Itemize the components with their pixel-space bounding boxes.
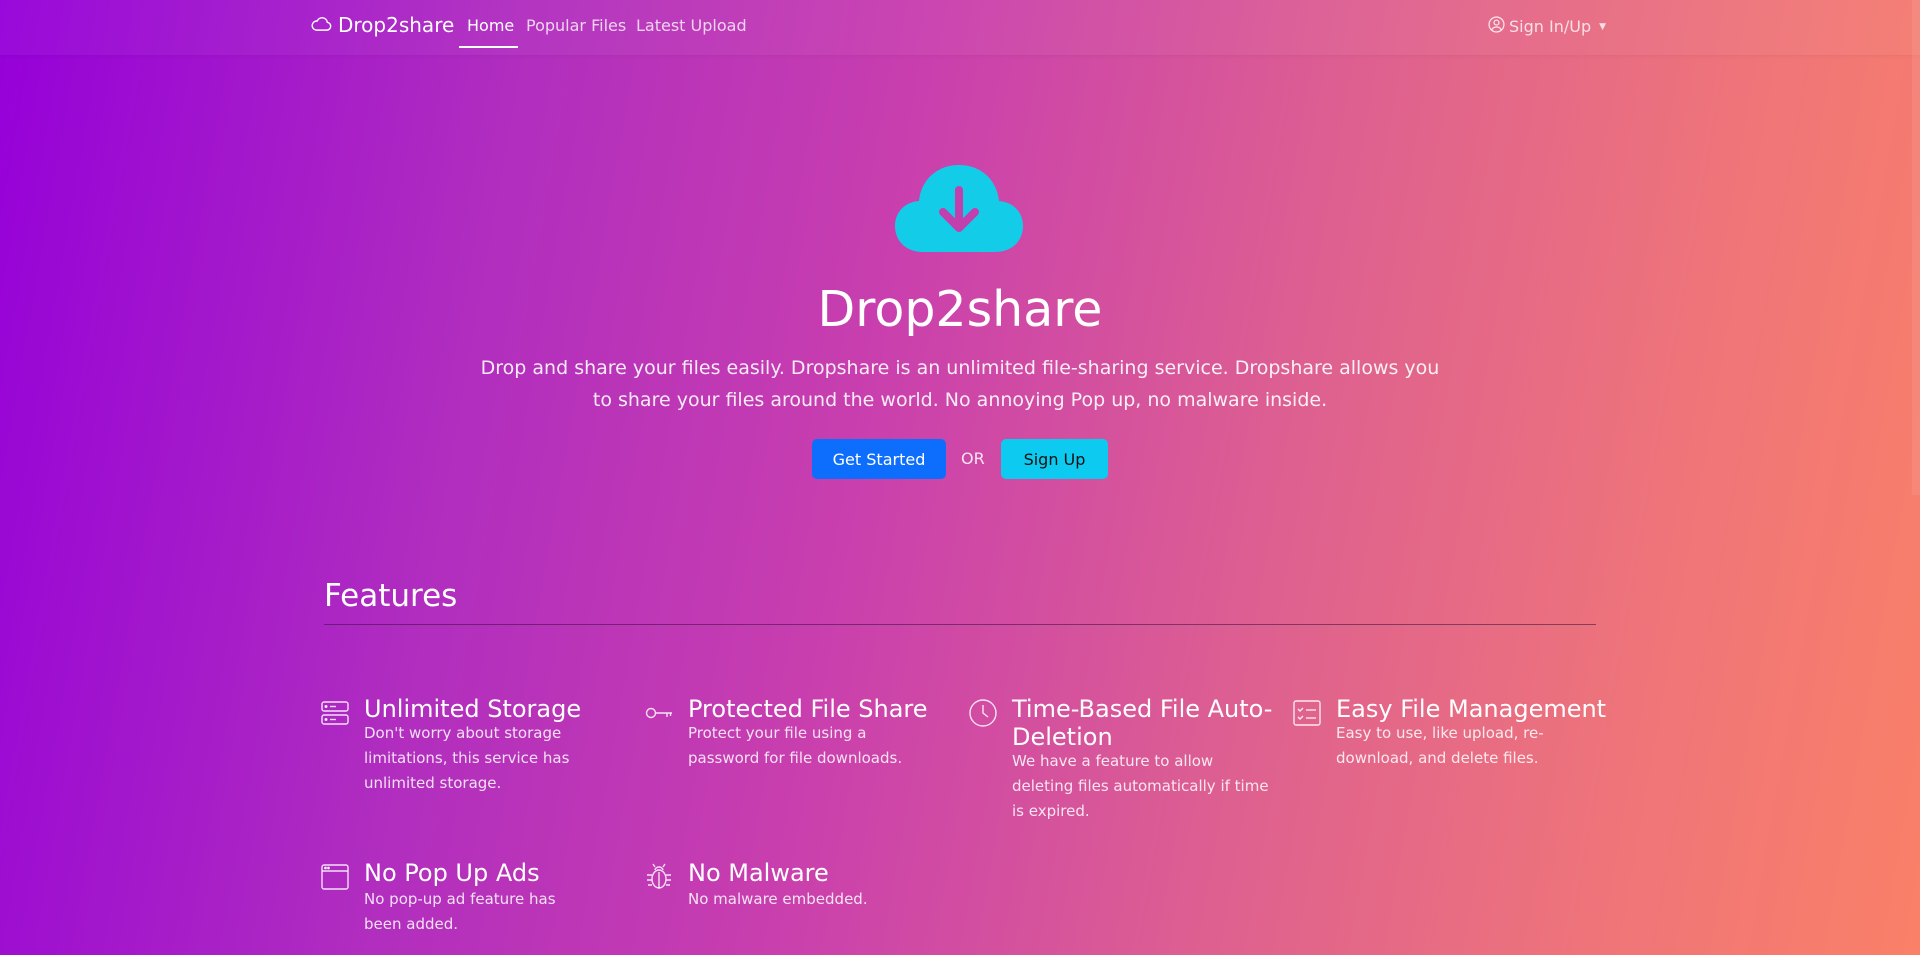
active-nav-indicator (459, 46, 518, 48)
features-heading: Features (324, 578, 458, 614)
nav-link-latest-upload[interactable]: Latest Upload (636, 16, 747, 35)
user-circle-icon (1488, 16, 1505, 37)
nav-link-popular-files[interactable]: Popular Files (526, 16, 626, 35)
sign-up-button[interactable]: Sign Up (1001, 439, 1108, 479)
window-icon (320, 862, 350, 892)
nav-link-home[interactable]: Home (467, 16, 514, 35)
signin-dropdown[interactable]: Sign In/Up ▼ (1488, 16, 1606, 37)
key-icon (644, 698, 674, 728)
feature-title: No Malware (688, 859, 829, 887)
feature-title: Unlimited Storage (364, 695, 582, 723)
bug-icon (644, 862, 674, 892)
brand-link[interactable]: Drop2share (311, 13, 454, 37)
hero-title: Drop2share (817, 281, 1103, 338)
feature-title: Easy File Management (1336, 695, 1607, 723)
feature-title: Protected File Share (688, 695, 928, 723)
feature-description: We have a feature to allow deleting file… (1012, 752, 1269, 820)
cloud-icon (311, 13, 332, 37)
feature-title: Time-Based File Auto-Deletion (1012, 695, 1273, 751)
features-divider (324, 624, 1596, 625)
feature-description: Protect your file using a password for f… (688, 724, 903, 767)
signin-label: Sign In/Up (1509, 17, 1592, 36)
storage-icon (320, 698, 350, 728)
feature-description: No pop-up ad feature has been added. (364, 890, 556, 933)
clock-icon (968, 698, 998, 728)
feature-description: No malware embedded. (688, 890, 868, 908)
checklist-icon (1292, 698, 1322, 728)
feature-description: Don't worry about storage limitations, t… (364, 724, 570, 792)
cloud-download-icon (893, 160, 1025, 258)
scrollbar[interactable] (1912, 0, 1920, 495)
hero-description: Drop and share your files easily. Dropsh… (480, 357, 1440, 411)
or-label: OR (961, 449, 985, 468)
feature-description: Easy to use, like upload, re-download, a… (1336, 724, 1544, 767)
brand-text: Drop2share (338, 13, 455, 37)
chevron-down-icon: ▼ (1599, 21, 1607, 32)
feature-title: No Pop Up Ads (364, 859, 540, 887)
get-started-button[interactable]: Get Started (812, 439, 946, 479)
navbar: Drop2share Home Popular Files Latest Upl… (0, 0, 1920, 55)
